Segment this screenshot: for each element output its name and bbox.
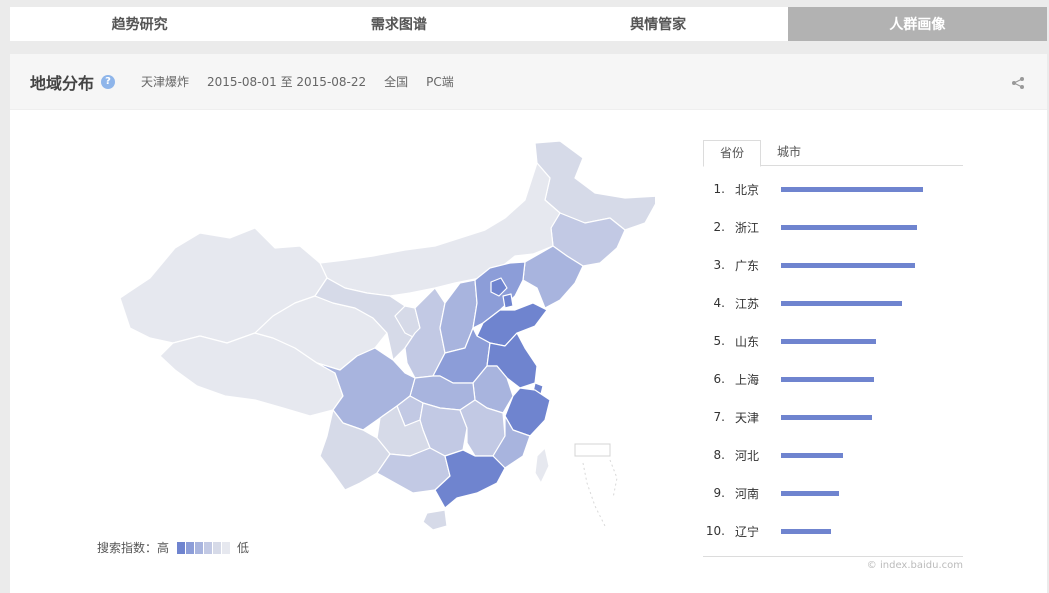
map-tianjin[interactable] <box>502 293 514 309</box>
rank-index: 9. <box>713 486 725 500</box>
rank-index: 4. <box>713 296 725 310</box>
ranking-row: 1. 北京 <box>703 170 963 208</box>
rank-province-name: 上海 <box>735 372 760 387</box>
ranking-row: 8. 河北 <box>703 436 963 474</box>
map-hainan[interactable] <box>422 509 448 531</box>
legend-swatch-6 <box>222 541 231 554</box>
south-china-sea-inset <box>574 443 611 457</box>
tab-city[interactable]: 城市 <box>761 140 817 165</box>
south-china-sea-islands <box>582 459 618 527</box>
legend-high-label: 搜索指数：高 <box>97 541 170 555</box>
keyword-label: 天津爆炸 <box>141 75 190 89</box>
ranking-row: 2. 浙江 <box>703 208 963 246</box>
rank-index: 8. <box>713 448 725 462</box>
rank-bar <box>781 452 843 458</box>
date-range-label: 2015-08-01 至 2015-08-22 <box>207 75 367 89</box>
ranking-row: 10. 辽宁 <box>703 512 963 550</box>
ranking-row: 9. 河南 <box>703 474 963 512</box>
panel-header: 地域分布 ? 天津爆炸 2015-08-01 至 2015-08-22 全国 P… <box>10 54 1047 110</box>
ranking-row: 7. 天津 <box>703 398 963 436</box>
map-taiwan[interactable] <box>534 447 550 484</box>
share-icon[interactable] <box>1011 76 1025 90</box>
panel-title: 地域分布 <box>30 73 95 93</box>
rank-bar <box>781 376 874 382</box>
rank-index: 10. <box>705 524 725 538</box>
rank-index: 2. <box>713 220 725 234</box>
rank-bar <box>781 186 923 192</box>
ranking-row: 4. 江苏 <box>703 284 963 322</box>
help-icon[interactable]: ? <box>101 74 116 89</box>
rank-bar <box>781 224 917 230</box>
rank-province-name: 天津 <box>735 410 760 425</box>
ranking-list: 1. 北京 2. 浙江 3. 广东 4. 江苏 5. 山东 6. 上海 7. 天津 8. 河北 9. 河南 10. 辽… <box>703 170 963 550</box>
rank-index: 6. <box>713 372 725 386</box>
rank-province-name: 广东 <box>735 258 760 273</box>
china-map-svg <box>119 140 661 531</box>
ranking-panel: 省份 城市 1. 北京 2. 浙江 3. 广东 4. 江苏 5. 山东 6. 上海 7. 天津 8. 河北 9.… <box>703 140 963 550</box>
tab-province[interactable]: 省份 <box>703 140 762 167</box>
ranking-row: 3. 广东 <box>703 246 963 284</box>
tab-audience-profile[interactable]: 人群画像 <box>787 7 1047 41</box>
rank-province-name: 河北 <box>735 448 760 463</box>
rank-bar <box>781 300 902 306</box>
legend-swatch-5 <box>213 541 222 554</box>
rank-index: 3. <box>713 258 725 272</box>
rank-province-name: 江苏 <box>735 296 760 311</box>
rank-index: 7. <box>713 410 725 424</box>
legend-swatch-4 <box>204 541 213 554</box>
tab-trend-research[interactable]: 趋势研究 <box>10 7 269 41</box>
ranking-row: 6. 上海 <box>703 360 963 398</box>
rank-province-name: 北京 <box>735 182 760 197</box>
rank-bar <box>781 528 831 534</box>
rank-bar <box>781 490 839 496</box>
top-nav: 趋势研究 需求图谱 舆情管家 人群画像 <box>10 7 1047 41</box>
legend-swatch-2 <box>186 541 195 554</box>
china-map <box>105 138 661 538</box>
rank-province-name: 河南 <box>735 486 760 501</box>
device-label: PC端 <box>426 75 454 89</box>
rank-province-name: 浙江 <box>735 220 760 235</box>
rank-bar <box>781 338 876 344</box>
ranking-tabs: 省份 城市 <box>703 140 963 167</box>
legend-swatches <box>177 541 231 554</box>
tab-sentiment-manager[interactable]: 舆情管家 <box>529 7 788 41</box>
rank-index: 1. <box>713 182 725 196</box>
map-legend: 搜索指数：高 低 <box>97 539 249 556</box>
rank-index: 5. <box>713 334 725 348</box>
legend-swatch-1 <box>177 541 186 554</box>
rank-province-name: 辽宁 <box>735 524 760 539</box>
rank-bar <box>781 414 872 420</box>
rank-bar <box>781 262 915 268</box>
tab-demand-graph[interactable]: 需求图谱 <box>269 7 528 41</box>
ranking-row: 5. 山东 <box>703 322 963 360</box>
panel-body: 搜索指数：高 低 省份 城市 1. 北京 2. 浙江 3. 广东 4. 江苏 5. 山东 6. 上海 7… <box>10 110 1047 593</box>
region-label: 全国 <box>384 75 409 89</box>
watermark: © index.baidu.com <box>703 556 963 571</box>
legend-low-label: 低 <box>237 541 250 555</box>
legend-swatch-3 <box>195 541 204 554</box>
rank-province-name: 山东 <box>735 334 760 349</box>
